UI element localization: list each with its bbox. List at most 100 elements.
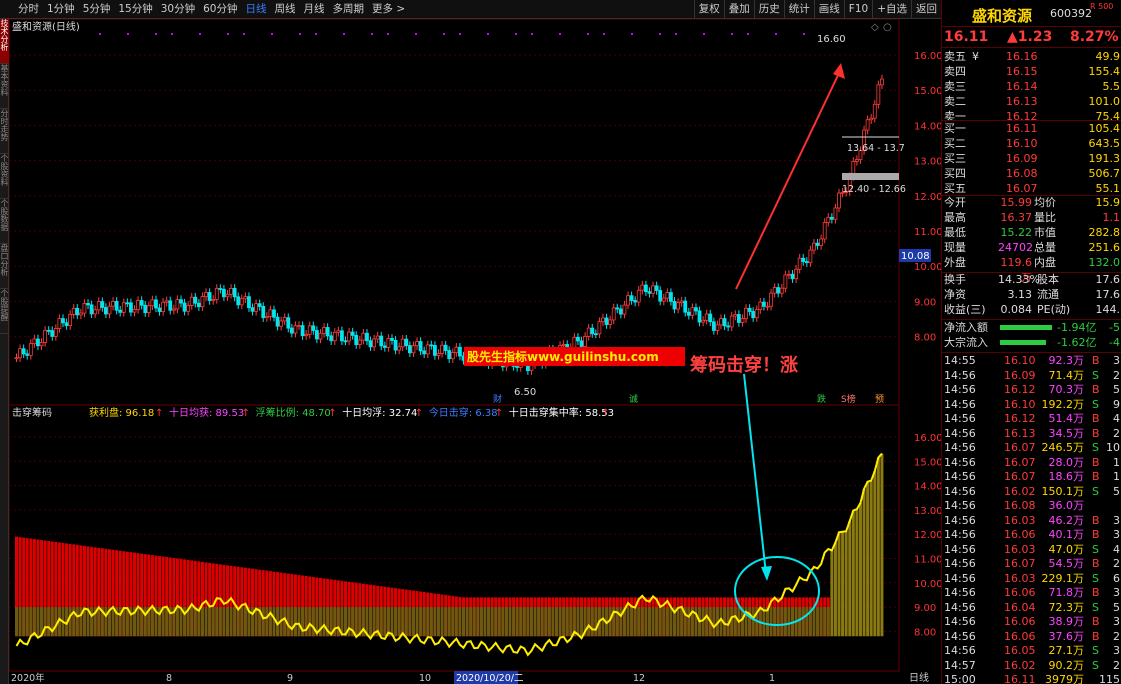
candle-body[interactable] [257, 303, 262, 307]
candle-body[interactable] [25, 353, 30, 356]
candle-body[interactable] [136, 300, 140, 310]
candle-body[interactable] [272, 309, 276, 318]
candle-body[interactable] [89, 304, 94, 315]
candle-body[interactable] [440, 344, 444, 354]
candle-body[interactable] [204, 292, 208, 298]
candle-body[interactable] [100, 301, 105, 308]
candle-body[interactable] [104, 307, 108, 315]
candle-body[interactable] [264, 316, 269, 319]
candle-body[interactable] [812, 242, 816, 251]
candle-body[interactable] [14, 357, 19, 360]
sidebar-tab[interactable]: 盘口分析 [0, 244, 9, 289]
candle-body[interactable] [726, 325, 731, 328]
candle-body[interactable] [21, 348, 26, 355]
candle-body[interactable] [243, 296, 248, 300]
candle-body[interactable] [347, 331, 351, 342]
candle-body[interactable] [576, 336, 580, 342]
draw-tool-diamond-icon[interactable]: ◇ [871, 22, 879, 33]
candle-body[interactable] [107, 305, 112, 315]
candle-body[interactable] [268, 309, 273, 317]
timeframe-tab[interactable]: 更多 > [368, 0, 409, 19]
timeframe-tab[interactable]: 60分钟 [199, 0, 241, 19]
candle-body[interactable] [708, 313, 713, 323]
candle-body[interactable] [615, 307, 620, 310]
candle-body[interactable] [157, 307, 162, 312]
candle-body[interactable] [822, 222, 827, 240]
candle-body[interactable] [829, 216, 834, 220]
candle-body[interactable] [736, 314, 741, 323]
candle-body[interactable] [651, 285, 655, 294]
event-marker[interactable]: 诚 [629, 393, 638, 405]
candle-body[interactable] [776, 287, 781, 294]
candle-body[interactable] [661, 297, 666, 302]
candle-body[interactable] [318, 332, 323, 340]
ask-row[interactable]: 卖三 16.14 5.5 [942, 79, 1121, 94]
candle-body[interactable] [218, 288, 223, 290]
candle-body[interactable] [164, 300, 169, 303]
candle-body[interactable] [790, 273, 795, 280]
candle-body[interactable] [640, 284, 645, 291]
candle-body[interactable] [350, 331, 355, 336]
candle-body[interactable] [751, 311, 756, 319]
candle-body[interactable] [28, 343, 33, 356]
candle-body[interactable] [515, 366, 520, 368]
bid-row[interactable]: 买四 16.08 506.7 [942, 166, 1121, 181]
candle-body[interactable] [32, 338, 37, 345]
candle-body[interactable] [601, 317, 605, 323]
candle-body[interactable] [783, 274, 788, 289]
candle-body[interactable] [36, 338, 40, 347]
candle-body[interactable] [182, 302, 187, 312]
candle-body[interactable] [93, 309, 98, 315]
candle-body[interactable] [329, 335, 334, 342]
candle-body[interactable] [794, 268, 798, 280]
candle-body[interactable] [161, 301, 166, 312]
candle-body[interactable] [744, 307, 748, 320]
candle-body[interactable] [129, 302, 133, 313]
candle-body[interactable] [132, 309, 137, 313]
candle-body[interactable] [325, 327, 330, 337]
candle-body[interactable] [686, 311, 691, 316]
toolbar-button[interactable]: 返回 [911, 0, 941, 19]
candle-body[interactable] [375, 335, 380, 340]
candle-body[interactable] [311, 325, 316, 331]
candle-body[interactable] [854, 159, 859, 162]
candle-body[interactable] [68, 313, 73, 326]
toolbar-button[interactable]: 画线 [813, 0, 844, 19]
candle-body[interactable] [436, 353, 441, 356]
candle-body[interactable] [443, 344, 448, 351]
candle-body[interactable] [754, 309, 759, 319]
candle-body[interactable] [815, 242, 820, 246]
candle-body[interactable] [697, 310, 702, 323]
candle-body[interactable] [629, 295, 634, 301]
candle-body[interactable] [654, 285, 659, 291]
candle-body[interactable] [71, 307, 76, 315]
candle-body[interactable] [111, 301, 115, 307]
timeframe-tab[interactable]: 月线 [300, 0, 329, 19]
candle-body[interactable] [586, 327, 591, 337]
sidebar-tab[interactable]: 个股数据 [0, 199, 9, 244]
candle-body[interactable] [340, 330, 344, 342]
candle-body[interactable] [679, 300, 684, 304]
candle-body[interactable] [200, 296, 205, 308]
candle-body[interactable] [64, 322, 69, 326]
candle-body[interactable] [869, 117, 874, 121]
candle-body[interactable] [332, 331, 337, 342]
candle-body[interactable] [307, 325, 312, 335]
candle-body[interactable] [282, 317, 287, 322]
ask-row[interactable]: 卖四 16.15 155.4 [942, 64, 1121, 79]
candle-body[interactable] [447, 350, 452, 360]
candle-body[interactable] [643, 284, 648, 293]
candle-body[interactable] [611, 307, 616, 321]
candle-body[interactable] [247, 296, 251, 309]
candle-body[interactable] [96, 301, 101, 311]
candle-body[interactable] [758, 301, 763, 311]
candle-body[interactable] [354, 335, 359, 346]
candle-body[interactable] [236, 296, 241, 306]
candle-body[interactable] [801, 257, 806, 262]
candle-body[interactable] [711, 321, 716, 331]
candle-body[interactable] [289, 327, 294, 334]
event-marker[interactable]: 财 [493, 393, 502, 405]
toolbar-button[interactable]: 复权 [693, 0, 724, 19]
sidebar-tab[interactable]: 技术分析 [0, 19, 9, 64]
candle-body[interactable] [211, 298, 216, 301]
